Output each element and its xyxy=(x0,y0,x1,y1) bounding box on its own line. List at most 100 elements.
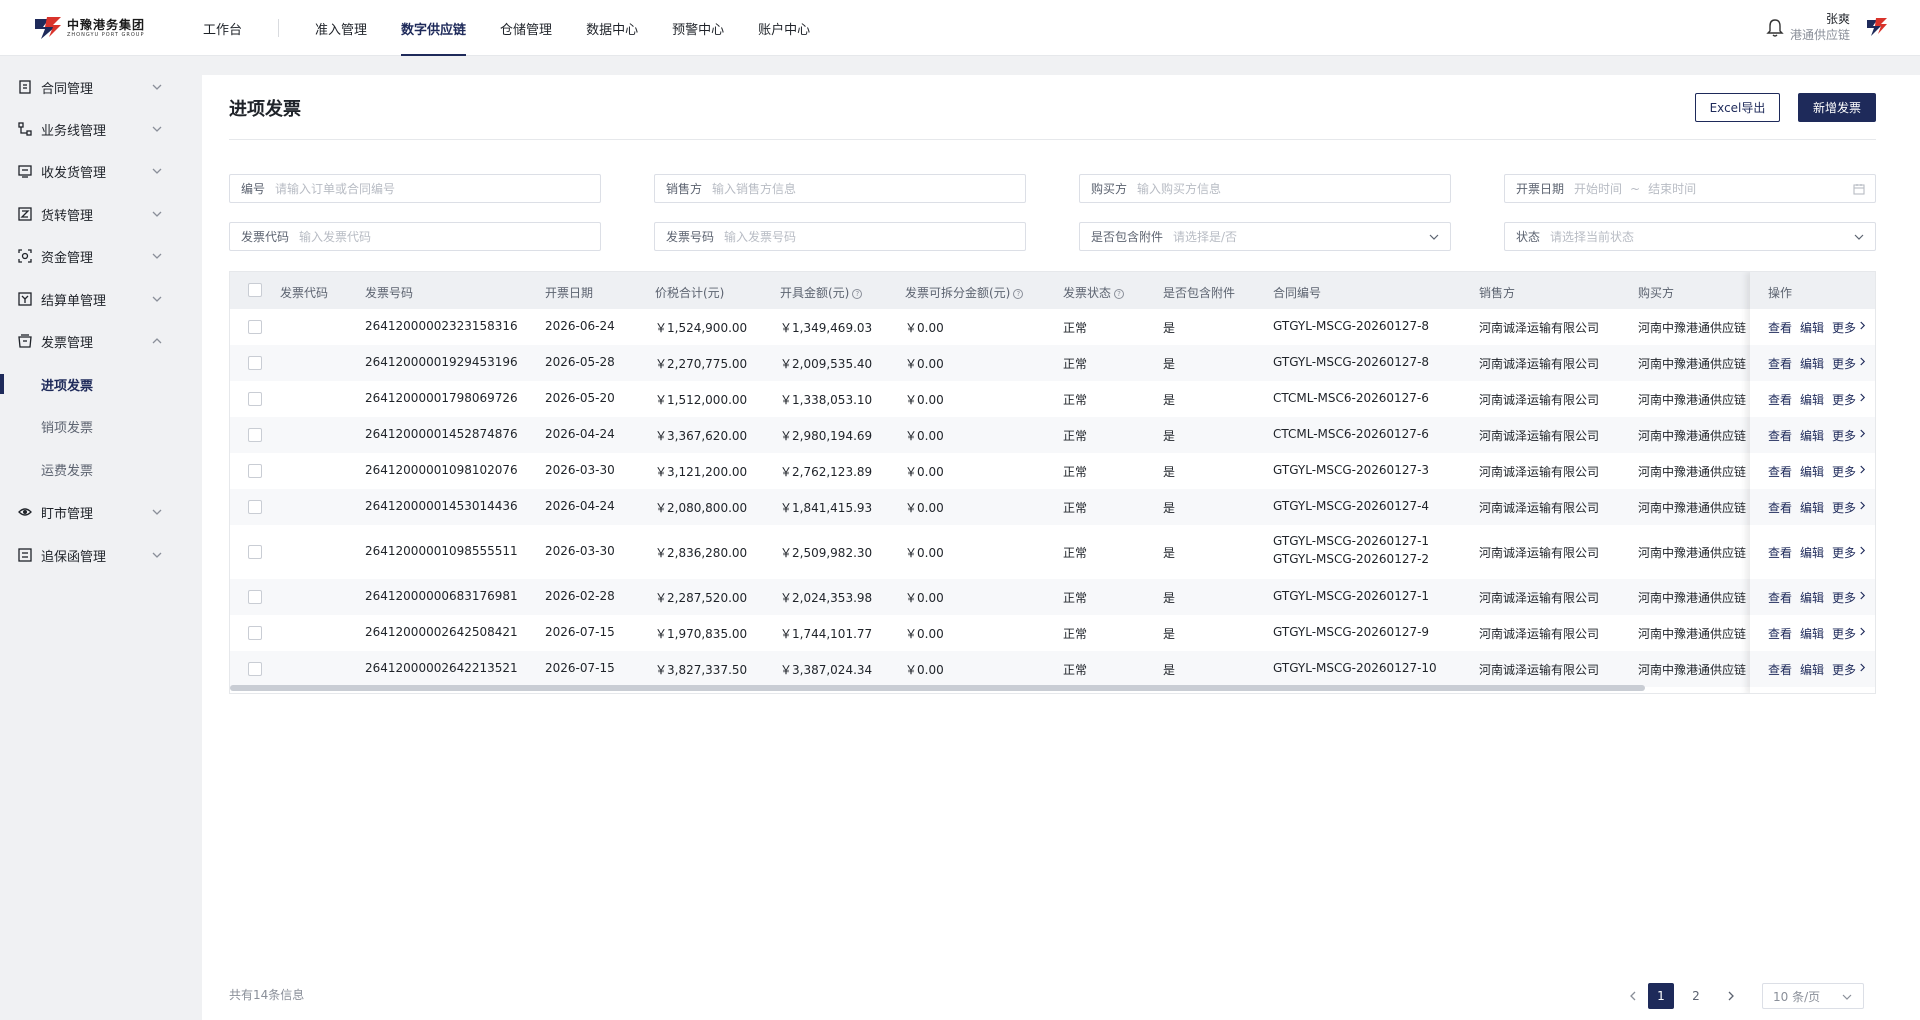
more-link[interactable]: 更多 xyxy=(1832,589,1856,606)
sidebar-item-settlement[interactable]: 结算单管理 xyxy=(0,278,182,320)
edit-link[interactable]: 编辑 xyxy=(1800,463,1824,480)
view-link[interactable]: 查看 xyxy=(1768,391,1792,408)
page-size-select[interactable]: 10 条/页 xyxy=(1762,983,1864,1009)
cell-invoice-no: 26412000001453014436 xyxy=(365,499,518,513)
sidebar-item-fund[interactable]: 资金管理 xyxy=(0,235,182,277)
edit-link[interactable]: 编辑 xyxy=(1800,319,1824,336)
edit-link[interactable]: 编辑 xyxy=(1800,355,1824,372)
edit-link[interactable]: 编辑 xyxy=(1800,499,1824,516)
cell-issue-date: 2026-07-15 xyxy=(545,661,615,675)
status-select[interactable]: 状态 请选择当前状态 xyxy=(1504,222,1876,251)
add-invoice-button[interactable]: 新增发票 xyxy=(1798,93,1876,122)
sidebar-item-mark-to-market[interactable]: 盯市管理 xyxy=(0,491,182,533)
cell-contract-no[interactable]: GTGYL-MSCG-20260127-4 xyxy=(1273,499,1429,513)
nav-access[interactable]: 准入管理 xyxy=(298,0,384,56)
attachment-select[interactable]: 是否包含附件 请选择是/否 xyxy=(1079,222,1451,251)
question-icon[interactable]: ? xyxy=(852,288,863,299)
code-filter-field[interactable]: 编号 请输入订单或合同编号 xyxy=(229,174,601,203)
more-link[interactable]: 更多 xyxy=(1832,355,1856,372)
row-checkbox[interactable] xyxy=(248,590,262,604)
more-link[interactable]: 更多 xyxy=(1832,427,1856,444)
nav-workbench[interactable]: 工作台 xyxy=(186,0,259,56)
cell-contract-no[interactable]: GTGYL-MSCG-20260127-3 xyxy=(1273,463,1429,477)
page-button-2[interactable]: 2 xyxy=(1683,983,1709,1009)
invoice-code-filter-field[interactable]: 发票代码 输入发票代码 xyxy=(229,222,601,251)
cell-contract-no[interactable]: GTGYL-MSCG-20260127-8 xyxy=(1273,319,1429,333)
cell-contract-no[interactable]: GTGYL-MSCG-20260127-9 xyxy=(1273,625,1429,639)
seller-filter-field[interactable]: 销售方 输入销售方信息 xyxy=(654,174,1026,203)
cell-seller: 河南诚泽运输有限公司 xyxy=(1479,546,1600,560)
more-link[interactable]: 更多 xyxy=(1832,544,1856,561)
row-checkbox[interactable] xyxy=(248,662,262,676)
sidebar-sub-item-label: 进项发票 xyxy=(41,378,94,394)
view-link[interactable]: 查看 xyxy=(1768,319,1792,336)
horizontal-scrollbar[interactable] xyxy=(230,685,1645,691)
sidebar-sub-item-output-invoice[interactable]: 销项发票 xyxy=(0,406,182,446)
excel-export-button[interactable]: Excel导出 xyxy=(1695,93,1780,122)
nav-supply-chain[interactable]: 数字供应链 xyxy=(384,0,483,56)
row-checkbox[interactable] xyxy=(248,428,262,442)
cell-contract-no[interactable]: CTCML-MSC6-20260127-6 xyxy=(1273,391,1429,405)
sidebar-item-contract[interactable]: 合同管理 xyxy=(0,66,182,108)
view-link[interactable]: 查看 xyxy=(1768,625,1792,642)
edit-link[interactable]: 编辑 xyxy=(1800,544,1824,561)
user-info[interactable]: 张爽 港通供应链 xyxy=(1790,12,1850,43)
more-link[interactable]: 更多 xyxy=(1832,319,1856,336)
sidebar-item-business-line[interactable]: 业务线管理 xyxy=(0,108,182,150)
buyer-filter-field[interactable]: 购买方 输入购买方信息 xyxy=(1079,174,1451,203)
view-link[interactable]: 查看 xyxy=(1768,463,1792,480)
cell-contract-no[interactable]: GTGYL-MSCG-20260127-1 xyxy=(1273,589,1429,603)
invoice-no-filter-field[interactable]: 发票号码 输入发票号码 xyxy=(654,222,1026,251)
row-checkbox[interactable] xyxy=(248,356,262,370)
bell-icon[interactable] xyxy=(1766,18,1784,38)
view-link[interactable]: 查看 xyxy=(1768,499,1792,516)
sidebar-item-shipping[interactable]: 收发货管理 xyxy=(0,150,182,192)
question-icon[interactable]: ? xyxy=(1013,288,1024,299)
cell-seller: 河南诚泽运输有限公司 xyxy=(1479,663,1600,677)
sidebar-item-invoice[interactable]: 发票管理 xyxy=(0,320,182,362)
row-checkbox[interactable] xyxy=(248,320,262,334)
row-checkbox[interactable] xyxy=(248,545,262,559)
sidebar-sub-item-input-invoice[interactable]: 进项发票 xyxy=(0,364,182,404)
edit-link[interactable]: 编辑 xyxy=(1800,427,1824,444)
row-checkbox[interactable] xyxy=(248,464,262,478)
question-icon[interactable]: ? xyxy=(1114,288,1125,299)
view-link[interactable]: 查看 xyxy=(1768,355,1792,372)
nav-account[interactable]: 账户中心 xyxy=(741,0,827,56)
more-link[interactable]: 更多 xyxy=(1832,463,1856,480)
logo[interactable]: 中豫港务集团 ZHONGYU PORT GROUP xyxy=(33,14,145,42)
row-checkbox[interactable] xyxy=(248,500,262,514)
edit-link[interactable]: 编辑 xyxy=(1800,391,1824,408)
row-checkbox[interactable] xyxy=(248,392,262,406)
next-page-icon[interactable] xyxy=(1718,983,1744,1009)
view-link[interactable]: 查看 xyxy=(1768,661,1792,678)
edit-link[interactable]: 编辑 xyxy=(1800,589,1824,606)
view-link[interactable]: 查看 xyxy=(1768,544,1792,561)
row-checkbox[interactable] xyxy=(248,626,262,640)
more-link[interactable]: 更多 xyxy=(1832,391,1856,408)
nav-alert-center[interactable]: 预警中心 xyxy=(655,0,741,56)
cell-contract-no[interactable]: GTGYL-MSCG-20260127-2 xyxy=(1273,552,1429,566)
prev-page-icon[interactable] xyxy=(1620,983,1646,1009)
cell-contract-no[interactable]: GTGYL-MSCG-20260127-10 xyxy=(1273,661,1437,675)
view-link[interactable]: 查看 xyxy=(1768,427,1792,444)
edit-link[interactable]: 编辑 xyxy=(1800,625,1824,642)
sidebar-sub-item-freight-invoice[interactable]: 运费发票 xyxy=(0,449,182,489)
more-link[interactable]: 更多 xyxy=(1832,661,1856,678)
nav-data-center[interactable]: 数据中心 xyxy=(569,0,655,56)
nav-warehouse[interactable]: 仓储管理 xyxy=(483,0,569,56)
avatar[interactable] xyxy=(1866,17,1888,39)
cell-contract-no[interactable]: CTCML-MSC6-20260127-6 xyxy=(1273,427,1429,441)
more-link[interactable]: 更多 xyxy=(1832,625,1856,642)
more-link[interactable]: 更多 xyxy=(1832,499,1856,516)
date-range-picker[interactable]: 开票日期 开始时间 ~ 结束时间 xyxy=(1504,174,1876,203)
sidebar-item-transfer[interactable]: 货转管理 xyxy=(0,193,182,235)
cell-contract-no[interactable]: GTGYL-MSCG-20260127-1 xyxy=(1273,534,1429,548)
cell-contract-no[interactable]: GTGYL-MSCG-20260127-8 xyxy=(1273,355,1429,369)
sidebar-item-guarantee[interactable]: 追保函管理 xyxy=(0,534,182,576)
select-all-checkbox[interactable] xyxy=(248,283,262,297)
page-button-1[interactable]: 1 xyxy=(1648,983,1674,1009)
field-label: 购买方 xyxy=(1091,182,1128,196)
view-link[interactable]: 查看 xyxy=(1768,589,1792,606)
edit-link[interactable]: 编辑 xyxy=(1800,661,1824,678)
